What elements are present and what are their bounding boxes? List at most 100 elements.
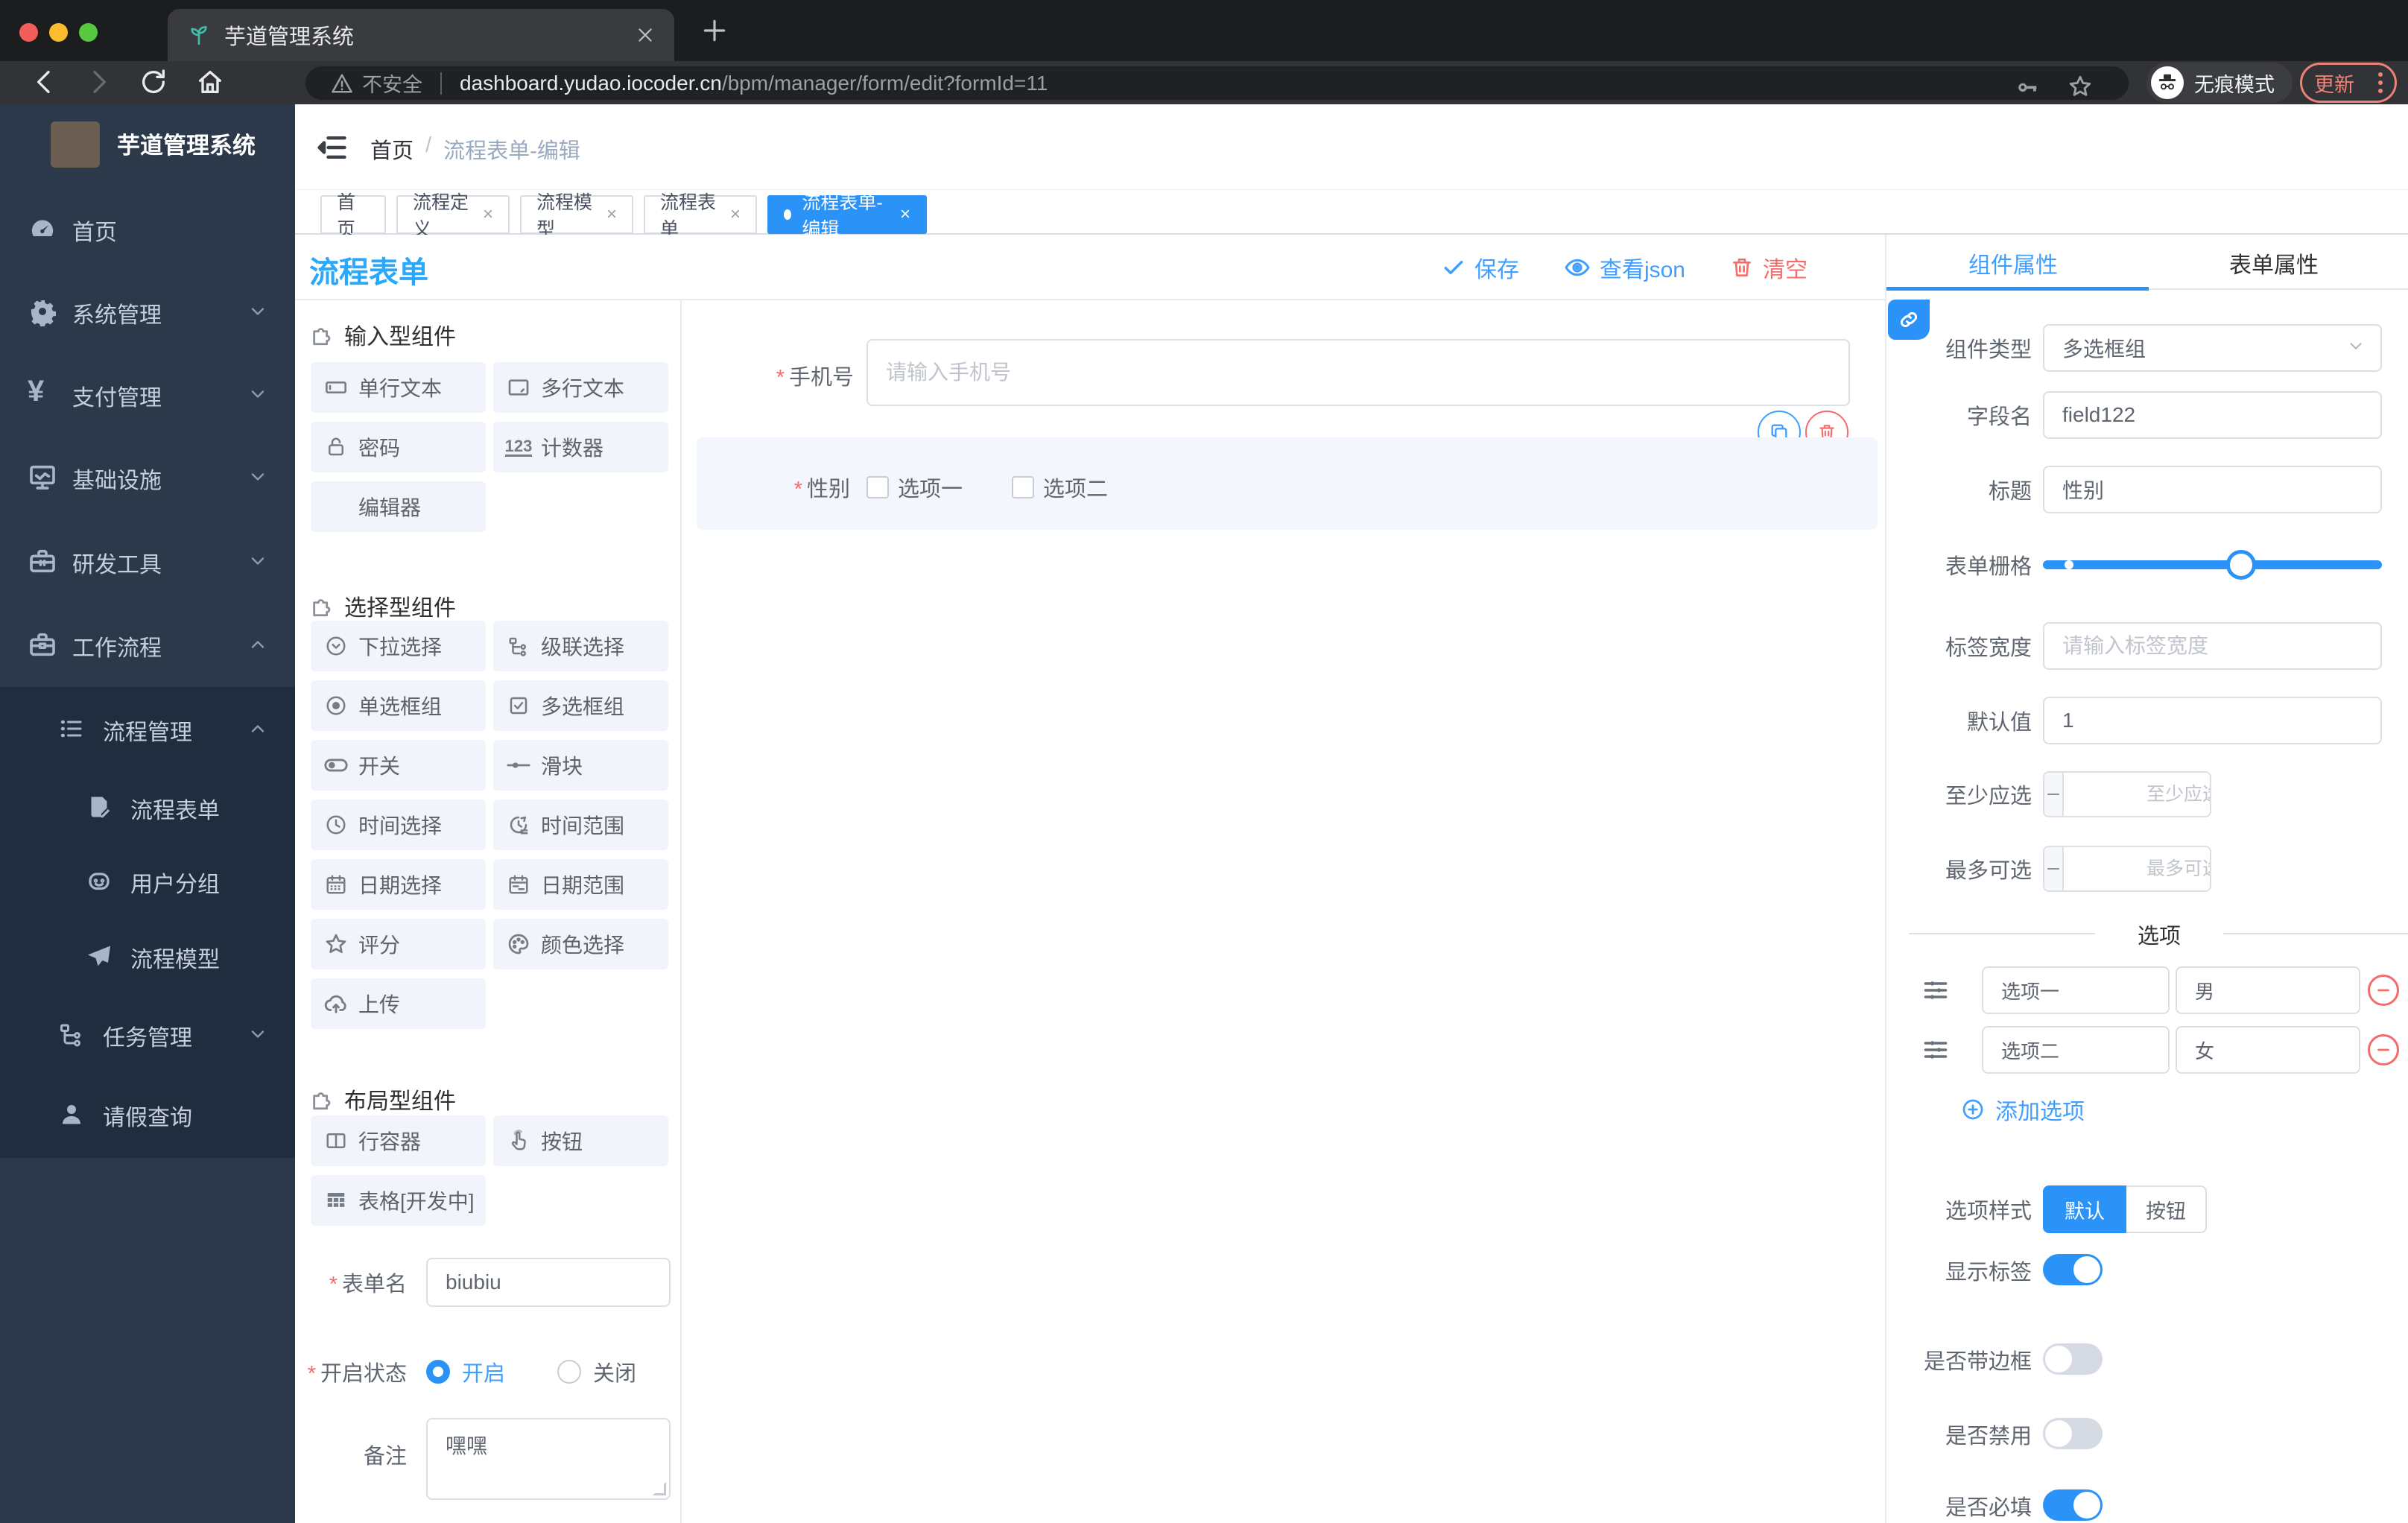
reload-icon[interactable] bbox=[139, 67, 168, 101]
palette-item-color-picker[interactable]: 颜色选择 bbox=[493, 919, 668, 969]
palette-item-table[interactable]: 表格[开发中] bbox=[311, 1175, 486, 1226]
remove-option1-button[interactable] bbox=[2368, 975, 2399, 1006]
sidebar-item-system[interactable]: 系统管理 bbox=[0, 276, 295, 350]
palette-item-rate[interactable]: 评分 bbox=[311, 919, 486, 969]
remark-textarea[interactable]: 嘿嘿 bbox=[426, 1418, 671, 1500]
option2-label-input[interactable] bbox=[1982, 1026, 2170, 1074]
palette-item-password[interactable]: 密码 bbox=[311, 422, 486, 472]
sidebar-item-leave-query[interactable]: 请假查询 bbox=[0, 1078, 295, 1153]
max-select-input[interactable] bbox=[2064, 847, 2210, 890]
view-tab-process-form-edit[interactable]: 流程表单-编辑 × bbox=[767, 192, 927, 240]
palette-item-switch[interactable]: 开关 bbox=[311, 740, 486, 791]
status-on-radio[interactable] bbox=[426, 1360, 450, 1384]
browser-menu-icon[interactable] bbox=[2378, 72, 2383, 93]
palette-item-date-picker[interactable]: 日期选择 bbox=[311, 859, 486, 910]
sidebar-item-task-mgmt[interactable]: 任务管理 bbox=[0, 998, 295, 1073]
field-name-input[interactable] bbox=[2043, 391, 2382, 439]
gender-option1-checkbox[interactable] bbox=[866, 476, 889, 498]
grid-slider-handle[interactable] bbox=[2226, 550, 2256, 580]
palette-item-upload[interactable]: 上传 bbox=[311, 978, 486, 1029]
sidebar-logo[interactable]: 芋道管理系统 bbox=[0, 104, 295, 186]
selected-gender-component[interactable]: * 性别 选项一 选项二 bbox=[697, 437, 1878, 530]
palette-item-radio-group[interactable]: 单选框组 bbox=[311, 680, 486, 731]
view-tab-process-model[interactable]: 流程模型 × bbox=[520, 192, 633, 240]
title-input[interactable] bbox=[2043, 466, 2382, 513]
option2-value-input[interactable] bbox=[2176, 1026, 2360, 1074]
add-option-button[interactable]: 添加选项 bbox=[1961, 1093, 2085, 1126]
palette-item-button[interactable]: 按钮 bbox=[493, 1115, 668, 1166]
back-icon[interactable] bbox=[30, 67, 60, 101]
grid-slider-track[interactable] bbox=[2043, 560, 2382, 569]
palette-item-date-range[interactable]: 日期范围 bbox=[493, 859, 668, 910]
sidebar-item-infrastructure[interactable]: 基础设施 bbox=[0, 441, 295, 516]
zoom-window-button[interactable] bbox=[79, 23, 98, 42]
required-switch[interactable] bbox=[2043, 1489, 2103, 1521]
palette-item-editor[interactable]: 编辑器 bbox=[311, 481, 486, 532]
sidebar-item-user-group[interactable]: 用户分组 bbox=[0, 845, 295, 919]
sidebar-item-payment[interactable]: ¥ 支付管理 bbox=[0, 358, 295, 433]
sidebar-item-process-model[interactable]: 流程模型 bbox=[0, 920, 295, 995]
breadcrumb-home[interactable]: 首页 bbox=[370, 133, 414, 165]
disabled-switch[interactable] bbox=[2043, 1418, 2103, 1449]
view-tab-process-def[interactable]: 流程定义 × bbox=[396, 192, 510, 240]
palette-item-slider[interactable]: 滑块 bbox=[493, 740, 668, 791]
bookmark-star-icon[interactable] bbox=[2068, 74, 2093, 104]
tab-close-icon[interactable] bbox=[636, 25, 655, 45]
palette-item-row-container[interactable]: 行容器 bbox=[311, 1115, 486, 1166]
min-select-input[interactable] bbox=[2064, 773, 2210, 816]
update-button[interactable]: 更新 bbox=[2300, 63, 2397, 103]
palette-item-single-text[interactable]: 单行文本 bbox=[311, 362, 486, 413]
close-window-button[interactable] bbox=[19, 23, 38, 42]
drag-handle-icon[interactable] bbox=[1922, 1036, 1949, 1067]
default-value-input[interactable] bbox=[2043, 697, 2382, 744]
tab-form-props[interactable]: 表单属性 bbox=[2229, 247, 2319, 279]
remove-option2-button[interactable] bbox=[2368, 1034, 2399, 1066]
password-key-icon[interactable] bbox=[2015, 74, 2041, 104]
sidebar-item-dev-tools[interactable]: 研发工具 bbox=[0, 525, 295, 600]
palette-item-select[interactable]: 下拉选择 bbox=[311, 621, 486, 671]
sidebar-item-process-mgmt[interactable]: 流程管理 bbox=[0, 693, 295, 767]
sidebar-fold-icon[interactable] bbox=[316, 131, 349, 168]
status-on-label[interactable]: 开启 bbox=[462, 1356, 505, 1387]
sidebar-item-workflow[interactable]: 工作流程 bbox=[0, 609, 295, 683]
home-icon[interactable] bbox=[195, 67, 225, 101]
view-json-button[interactable]: 查看json bbox=[1564, 251, 1685, 284]
palette-item-textarea[interactable]: 多行文本 bbox=[493, 362, 668, 413]
browser-tab[interactable]: 芋道管理系统 bbox=[168, 9, 674, 61]
form-name-input[interactable] bbox=[426, 1258, 671, 1307]
tab-close-icon[interactable]: × bbox=[483, 206, 493, 224]
clear-button[interactable]: 清空 bbox=[1730, 251, 1807, 284]
forward-icon[interactable] bbox=[83, 67, 113, 101]
palette-item-time-picker[interactable]: 时间选择 bbox=[311, 800, 486, 850]
palette-item-cascader[interactable]: 级联选择 bbox=[493, 621, 668, 671]
phone-input[interactable] bbox=[866, 339, 1850, 406]
status-off-radio[interactable] bbox=[557, 1360, 582, 1384]
show-label-switch[interactable] bbox=[2043, 1254, 2103, 1285]
gender-option2-label[interactable]: 选项二 bbox=[1043, 472, 1108, 503]
sidebar-item-home[interactable]: 首页 bbox=[0, 193, 295, 267]
component-type-select[interactable] bbox=[2043, 324, 2382, 372]
tab-close-icon[interactable]: × bbox=[730, 206, 741, 224]
style-default-button[interactable]: 默认 bbox=[2043, 1185, 2126, 1233]
minimize-window-button[interactable] bbox=[49, 23, 68, 42]
save-button[interactable]: 保存 bbox=[1442, 251, 1519, 284]
decrease-button[interactable] bbox=[2044, 847, 2064, 890]
option1-label-input[interactable] bbox=[1982, 966, 2170, 1014]
url-bar[interactable]: 不安全 dashboard.yudao.iocoder.cn/bpm/manag… bbox=[305, 66, 2129, 100]
tab-component-props[interactable]: 组件属性 bbox=[1968, 247, 2058, 279]
decrease-button[interactable] bbox=[2044, 773, 2064, 816]
drag-handle-icon[interactable] bbox=[1922, 977, 1949, 1007]
sidebar-item-process-form[interactable]: 流程表单 bbox=[0, 771, 295, 846]
palette-item-time-range[interactable]: 时间范围 bbox=[493, 800, 668, 850]
view-tab-process-form[interactable]: 流程表单 × bbox=[644, 192, 757, 240]
palette-item-counter[interactable]: 123 计数器 bbox=[493, 422, 668, 472]
palette-item-checkbox-group[interactable]: 多选框组 bbox=[493, 680, 668, 731]
gender-option1-label[interactable]: 选项一 bbox=[898, 472, 963, 503]
style-button-button[interactable]: 按钮 bbox=[2126, 1185, 2207, 1233]
new-tab-button[interactable] bbox=[700, 16, 729, 48]
view-tab-home[interactable]: 首页 bbox=[320, 192, 386, 240]
status-off-label[interactable]: 关闭 bbox=[593, 1356, 636, 1387]
tab-close-icon[interactable]: × bbox=[900, 206, 910, 224]
tab-close-icon[interactable]: × bbox=[606, 206, 617, 224]
option1-value-input[interactable] bbox=[2176, 966, 2360, 1014]
